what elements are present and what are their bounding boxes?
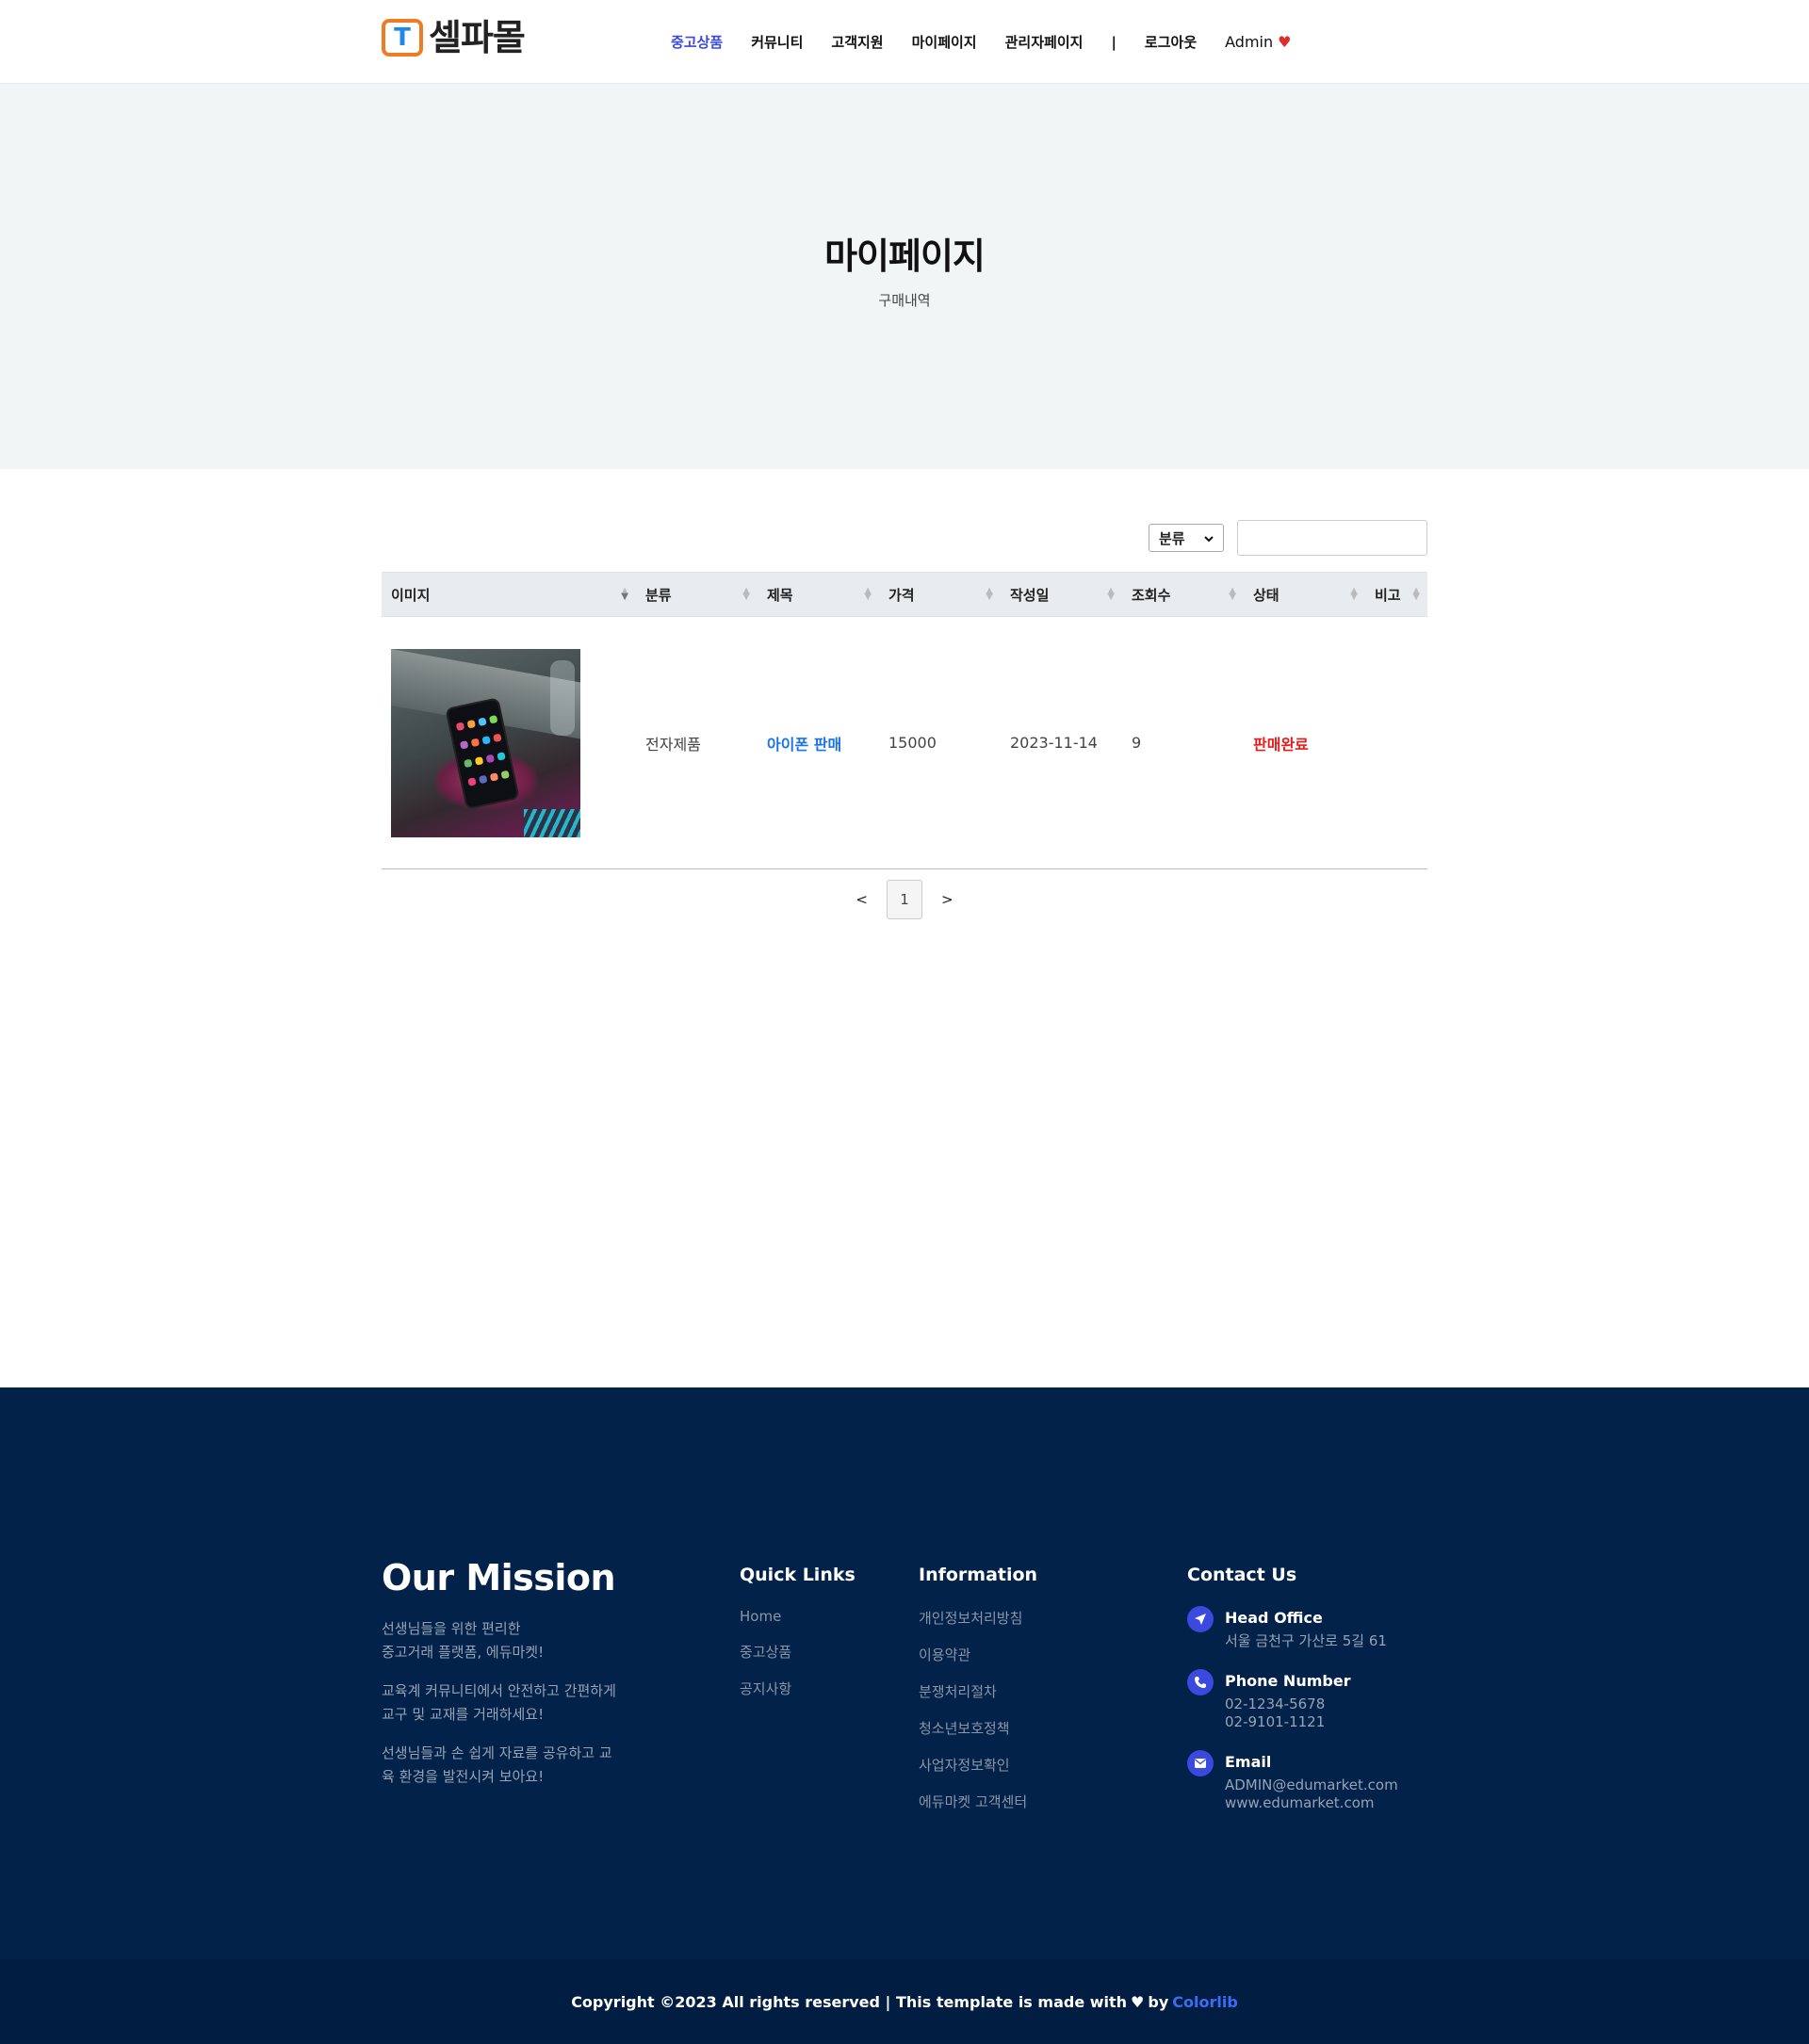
footer-quick-links: Quick Links Home 중고상품 공지사항: [740, 1565, 890, 1715]
cell-category: 전자제품: [645, 735, 701, 754]
site-logo[interactable]: T 셀파몰: [382, 17, 526, 58]
site-header: T 셀파몰 중고상품 커뮤니티 고객지원 마이페이지 관리자페이지 | 로그아웃…: [0, 0, 1809, 84]
mission-paragraph: 선생님들과 손 쉽게 자료를 공유하고 교육 환경을 발전시켜 보아요!: [382, 1744, 612, 1785]
footer-link-dispute[interactable]: 분쟁처리절차: [919, 1681, 1126, 1701]
column-header-category[interactable]: 분류 ▲ ▼: [636, 572, 758, 617]
mission-paragraph: 교육계 커뮤니티에서 안전하고 간편하게 교구 및 교재를 거래하세요!: [382, 1682, 616, 1723]
column-header-image[interactable]: 이미지 ▲ ▼: [382, 572, 636, 617]
column-header-title[interactable]: 제목 ▲ ▼: [758, 572, 879, 617]
contact-office: Head Office 서울 금천구 가산로 5길 61: [1187, 1606, 1427, 1650]
copyright-bar: Copyright ©2023 All rights reserved | Th…: [0, 1959, 1809, 2044]
nav-admin-user[interactable]: Admin ♥: [1225, 33, 1291, 51]
copyright-text: Copyright ©2023 All rights reserved | Th…: [571, 1992, 1128, 2011]
phone-icon: [1187, 1669, 1214, 1695]
sort-icon: ▲ ▼: [742, 586, 750, 602]
footer-link-terms[interactable]: 이용약관: [919, 1645, 1126, 1664]
main-content: 분류 이미지 ▲ ▼ 분류 ▲ ▼ 제목 ▲ ▼ 가격 ▲ ▼ 작성일 ▲ ▼ 조회수 ▲ ▼ 상태 ▲ ▼…: [382, 469, 1427, 1387]
footer-information: Information 개인정보처리방침 이용약관 분쟁처리절차 청소년보호정책…: [919, 1565, 1126, 1828]
footer-link-home[interactable]: Home: [740, 1608, 890, 1625]
page-number-button[interactable]: 1: [887, 880, 922, 919]
nav-item-mypage[interactable]: 마이페이지: [912, 32, 977, 52]
table-row: 전자제품 아이폰 판매 15000 2023-11-14 9 판매완료: [382, 617, 1427, 869]
prev-page-button[interactable]: <: [852, 891, 872, 908]
footer-link-youth-policy[interactable]: 청소년보호정책: [919, 1718, 1126, 1738]
footer-mission: Our Mission 선생님들을 위한 편리한 중고거래 플랫폼, 에듀마켓! …: [382, 1557, 645, 1789]
main-nav: 중고상품 커뮤니티 고객지원 마이페이지 관리자페이지 | 로그아웃 Admin…: [671, 0, 1291, 84]
contact-website-link[interactable]: www.edumarket.com: [1225, 1794, 1375, 1811]
search-input[interactable]: [1237, 520, 1427, 556]
chevron-down-icon: [1204, 529, 1214, 546]
table-filters: 분류: [1149, 520, 1427, 556]
copyright-by: by: [1148, 1992, 1169, 2011]
sort-icon: ▲ ▼: [1229, 586, 1236, 602]
column-header-views[interactable]: 조회수 ▲ ▼: [1122, 572, 1244, 617]
footer-link-notice[interactable]: 공지사항: [740, 1679, 890, 1698]
next-page-button[interactable]: >: [937, 891, 957, 908]
nav-item-community[interactable]: 커뮤니티: [751, 32, 803, 52]
sort-icon: ▲ ▼: [1350, 586, 1358, 602]
site-footer: Our Mission 선생님들을 위한 편리한 중고거래 플랫폼, 에듀마켓! …: [0, 1387, 1809, 1959]
colorlib-link[interactable]: Colorlib: [1172, 1993, 1238, 2011]
nav-item-support[interactable]: 고객지원: [831, 32, 883, 52]
location-arrow-icon: [1187, 1606, 1214, 1632]
sort-icon: ▲ ▼: [986, 586, 993, 602]
nav-item-used-goods[interactable]: 중고상품: [671, 32, 723, 52]
heart-icon: ♥: [1131, 1992, 1145, 2011]
page-title: 마이페이지: [824, 235, 986, 277]
page-hero: 마이페이지 구매내역: [0, 84, 1809, 469]
contact-title: Contact Us: [1187, 1565, 1297, 1585]
heart-icon: ♥: [1278, 33, 1292, 51]
cell-price: 15000: [888, 734, 937, 752]
purchase-table: 이미지 ▲ ▼ 분류 ▲ ▼ 제목 ▲ ▼ 가격 ▲ ▼ 작성일 ▲ ▼ 조회수 ▲ ▼ 상태 ▲ ▼ 비고…: [382, 572, 1427, 869]
contact-email-link[interactable]: ADMIN@edumarket.com: [1225, 1776, 1398, 1793]
quick-links-title: Quick Links: [740, 1565, 856, 1585]
mission-paragraph: 선생님들을 위한 편리한 중고거래 플랫폼, 에듀마켓!: [382, 1620, 545, 1661]
envelope-icon: [1187, 1750, 1214, 1776]
category-select-value: 분류: [1159, 529, 1185, 547]
product-image[interactable]: [391, 648, 580, 837]
cell-title-link[interactable]: 아이폰 판매: [758, 617, 879, 869]
sort-icon: ▲ ▼: [1412, 586, 1420, 602]
sort-icon: ▲ ▼: [621, 586, 628, 602]
contact-email: Email ADMIN@edumarket.com www.edumarket.c…: [1187, 1750, 1427, 1812]
pagination: < 1 >: [382, 880, 1427, 919]
nav-separator: |: [1111, 33, 1116, 51]
admin-label: Admin: [1225, 33, 1274, 51]
cell-views: 9: [1132, 734, 1142, 752]
cell-status: 판매완료: [1253, 735, 1309, 754]
contact-phone: Phone Number 02-1234-5678 02-9101-1121: [1187, 1669, 1427, 1731]
nav-item-logout[interactable]: 로그아웃: [1145, 32, 1197, 52]
information-title: Information: [919, 1565, 1038, 1585]
logo-text: 셀파몰: [429, 17, 526, 58]
mission-title: Our Mission: [382, 1557, 616, 1598]
logo-mark-icon: T: [382, 19, 423, 57]
category-select[interactable]: 분류: [1149, 524, 1224, 552]
footer-link-used-goods[interactable]: 중고상품: [740, 1642, 890, 1662]
footer-link-privacy[interactable]: 개인정보처리방침: [919, 1608, 1126, 1628]
column-header-price[interactable]: 가격 ▲ ▼: [879, 572, 1001, 617]
cell-note: [1365, 617, 1427, 869]
sort-icon: ▲ ▼: [864, 586, 872, 602]
cell-date: 2023-11-14: [1010, 734, 1098, 752]
footer-link-customer-center[interactable]: 에듀마켓 고객센터: [919, 1792, 1126, 1811]
sort-icon: ▲ ▼: [1107, 586, 1115, 602]
footer-link-business-info[interactable]: 사업자정보확인: [919, 1755, 1126, 1775]
footer-contact: Contact Us Head Office 서울 금천구 가산로 5길 61 …: [1187, 1565, 1427, 1812]
nav-item-admin-page[interactable]: 관리자페이지: [1005, 32, 1084, 52]
page-subtitle: 구매내역: [878, 292, 931, 309]
column-header-note[interactable]: 비고 ▲ ▼: [1365, 572, 1427, 617]
column-header-status[interactable]: 상태 ▲ ▼: [1244, 572, 1365, 617]
column-header-date[interactable]: 작성일 ▲ ▼: [1001, 572, 1122, 617]
table-header-row: 이미지 ▲ ▼ 분류 ▲ ▼ 제목 ▲ ▼ 가격 ▲ ▼ 작성일 ▲ ▼ 조회수 ▲ ▼ 상태 ▲ ▼ 비고…: [382, 572, 1427, 617]
